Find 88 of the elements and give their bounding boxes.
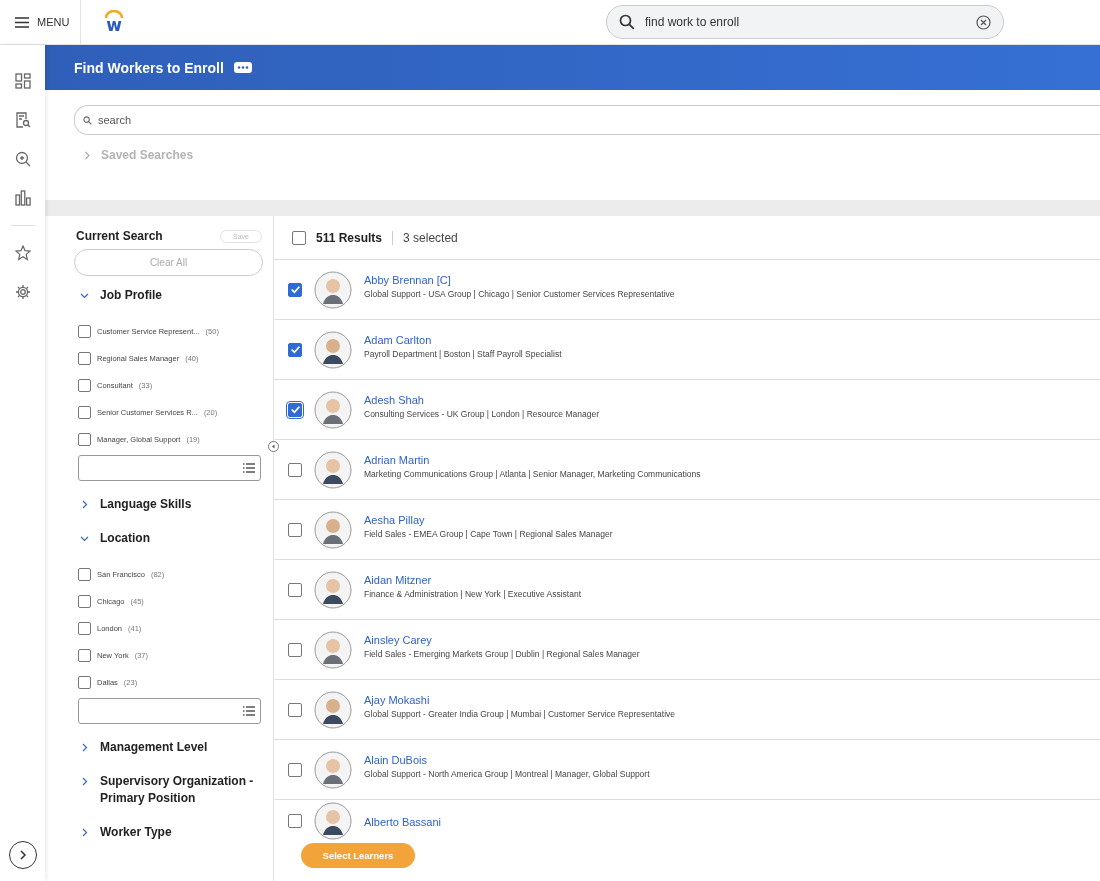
expand-button[interactable] (8, 841, 37, 869)
worker-details: Finance & Administration | New York | Executive Assistant (364, 589, 582, 599)
worker-name-link[interactable]: Aidan Mitzner (364, 574, 582, 586)
checkbox[interactable] (78, 622, 91, 635)
worker-name-link[interactable]: Abby Brennan [C] (364, 274, 675, 286)
star-icon[interactable] (14, 245, 31, 261)
filter-section-toggle[interactable]: Language Skills (74, 490, 192, 519)
avatar (314, 570, 352, 609)
dashboard-icon[interactable] (14, 73, 31, 89)
worker-details: Field Sales - EMEA Group | Cape Town | Regional Sales Manager (364, 529, 613, 539)
menu-icon[interactable] (15, 16, 29, 28)
search-icon[interactable] (14, 151, 31, 167)
collapse-icon[interactable] (268, 441, 279, 452)
chevron-down-icon (80, 291, 89, 300)
avatar (314, 390, 352, 429)
filter-section-toggle[interactable]: Job Profile (74, 281, 162, 310)
worker-name-link[interactable]: Alberto Bassani (364, 816, 442, 828)
checkbox[interactable] (288, 642, 302, 657)
avatar (314, 750, 352, 789)
checkbox[interactable] (78, 379, 91, 392)
chevron-right-icon (80, 500, 89, 509)
results-count: 511 Results (316, 230, 394, 245)
clear-icon[interactable] (976, 14, 991, 30)
report-icon[interactable] (14, 112, 31, 128)
filter-section-toggle[interactable]: Worker Type (74, 818, 172, 847)
more-icon[interactable] (233, 62, 252, 73)
worker-details: Global Support - USA Group | Chicago | Senior Customer Services Representative (364, 289, 675, 299)
worker-name-link[interactable]: Adesh Shah (364, 394, 599, 406)
worker-details: Field Sales - Emerging Markets Group | Dublin | Regional Sales Manager (364, 649, 640, 659)
chevron-right-icon (80, 828, 89, 837)
filter-section-toggle[interactable]: Management Level (74, 733, 208, 762)
checkbox[interactable] (78, 568, 91, 581)
checkbox[interactable] (78, 595, 91, 608)
chevron-right-icon (84, 150, 91, 160)
checkbox[interactable] (288, 342, 302, 357)
worker-name-link[interactable]: Aesha Pillay (364, 514, 613, 526)
worker-name-link[interactable]: Adrian Martin (364, 454, 701, 466)
worker-name-link[interactable]: Adam Carlton (364, 334, 562, 346)
worker-details: Consulting Services - UK Group | London | Resource Manager (364, 409, 599, 419)
checkbox[interactable] (288, 462, 302, 477)
bar-chart-icon[interactable] (14, 190, 31, 206)
checkbox[interactable] (288, 762, 302, 777)
checkbox[interactable] (78, 676, 91, 689)
avatar (314, 630, 352, 669)
worker-details: Payroll Department | Boston | Staff Payroll Specialist (364, 349, 562, 359)
worker-name-link[interactable]: Ainsley Carey (364, 634, 640, 646)
checkbox[interactable] (78, 433, 91, 446)
settings-icon[interactable] (14, 284, 31, 300)
prompt-field[interactable] (78, 698, 261, 724)
worker-name-link[interactable]: Ajay Mokashi (364, 694, 676, 706)
prompt-field[interactable] (78, 455, 261, 481)
checkbox[interactable] (78, 325, 91, 338)
checkbox[interactable] (78, 352, 91, 365)
chevron-down-icon (80, 534, 89, 543)
global-search-field[interactable]: find work to enroll (606, 5, 1004, 39)
list-icon[interactable] (243, 706, 255, 716)
avatar (314, 450, 352, 489)
avatar (314, 690, 352, 729)
worker-details: Global Support - Greater India Group | Mumbai | Customer Service Representative (364, 709, 676, 719)
worker-details: Marketing Communications Group | Atlanta | Senior Manager, Marketing Communications (364, 469, 701, 479)
checkbox[interactable] (288, 582, 302, 597)
chevron-right-icon (80, 743, 89, 752)
chevron-right-icon (17, 850, 28, 860)
checkbox[interactable] (288, 702, 302, 717)
checkbox[interactable] (288, 522, 302, 537)
search-field[interactable]: search (74, 105, 1100, 135)
avatar (314, 330, 352, 369)
avatar (314, 270, 352, 309)
checkbox[interactable] (288, 814, 302, 828)
select-all-checkbox[interactable] (292, 230, 306, 245)
worker-details: Global Support - North America Group | Montreal | Manager, Global Support (364, 769, 650, 779)
checkbox[interactable] (288, 282, 302, 297)
worker-name-link[interactable]: Alain DuBois (364, 754, 650, 766)
list-icon[interactable] (243, 463, 255, 473)
checkbox[interactable] (78, 406, 91, 419)
panel-title: Current Search (76, 229, 163, 243)
selected-count: 3 selected (403, 230, 458, 245)
avatar (314, 510, 352, 549)
filter-section-toggle[interactable]: Supervisory Organization - Primary Position (74, 767, 262, 813)
checkbox[interactable] (288, 402, 302, 417)
checkbox[interactable] (78, 649, 91, 662)
menu-button[interactable]: MENU (0, 16, 70, 28)
chevron-right-icon (80, 777, 89, 786)
search-icon (83, 115, 92, 125)
filter-section-toggle[interactable]: Location (74, 524, 150, 553)
search-icon[interactable] (619, 14, 635, 30)
logo[interactable]: w (101, 9, 127, 35)
page-title: Find Workers to Enroll (74, 59, 224, 76)
